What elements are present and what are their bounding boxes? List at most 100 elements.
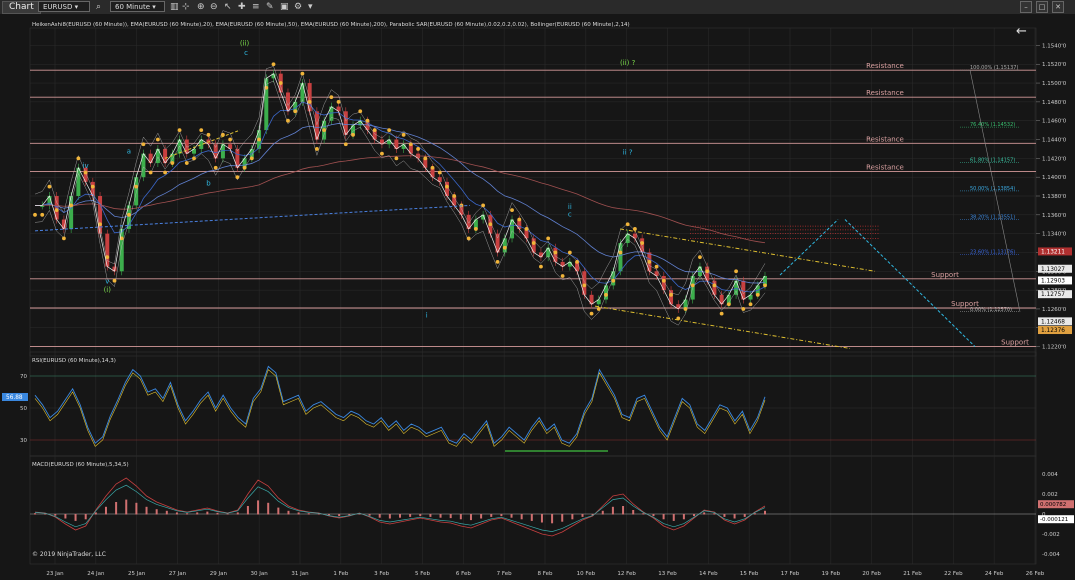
macd-histogram-bar (236, 512, 239, 515)
macd-histogram-bar (733, 514, 736, 519)
x-tick-label: 25 Jan (128, 571, 146, 577)
sar-dot (177, 128, 182, 133)
macd-histogram-bar (632, 510, 635, 515)
move-icon[interactable]: ✚ (238, 1, 246, 13)
rsi-tick-label: 30 (20, 438, 27, 444)
x-tick-label: 5 Feb (415, 571, 430, 577)
macd-histogram-bar (409, 514, 412, 517)
sar-dot (698, 255, 702, 260)
fib-label: 50.00% (1.13854) (970, 186, 1015, 192)
zoom-in-icon[interactable]: ⊕ (197, 1, 205, 13)
close-button[interactable]: ✕ (1052, 1, 1064, 13)
sar-dot (343, 142, 348, 147)
list-icon[interactable]: ≡ (252, 1, 260, 13)
sar-dot (329, 95, 334, 100)
properties-icon[interactable]: ▣ (280, 1, 289, 13)
sar-dot (582, 283, 587, 288)
price-box-label: 1.12903 (1041, 278, 1065, 284)
fib-label: 0.00% (1.12570) (970, 307, 1012, 313)
rsi-tick-label: 50 (20, 406, 27, 412)
sar-dot (510, 208, 514, 213)
sar-dot (105, 255, 110, 260)
macd-histogram-bar (257, 500, 260, 515)
sar-dot (33, 212, 37, 217)
sar-dot (611, 278, 616, 283)
macd-histogram-bar (277, 507, 280, 515)
macd-histogram-bar (267, 502, 270, 515)
chart-title-tab[interactable]: Chart (2, 1, 41, 14)
cursor-icon[interactable]: ↖ (224, 1, 232, 13)
instrument-selector[interactable]: EURUSD ▾ (38, 1, 90, 12)
strategy-icon[interactable]: ⚙ (294, 1, 302, 13)
sar-dot (466, 236, 471, 241)
macd-histogram-bar (439, 514, 442, 518)
sar-dot (228, 137, 233, 142)
bar-style-icon[interactable]: ▥ (170, 1, 179, 13)
price-chart[interactable]: 23 Jan 24 Jan 25 Jan 27 Jan 29 Jan 30 Jan 31 J… (0, 14, 1075, 580)
sar-dot (416, 147, 420, 151)
macd-tick-label: 0.002 (1042, 492, 1058, 498)
y-tick-label: 1.1340'0 (1042, 232, 1067, 238)
sar-dot (452, 194, 457, 198)
sar-dot (495, 259, 500, 264)
macd-tick-label: 0.004 (1042, 472, 1058, 478)
macd-histogram-bar (175, 512, 178, 515)
x-tick-label: 6 Feb (456, 571, 471, 577)
sar-dot (640, 241, 645, 245)
chart-background (0, 14, 1075, 580)
macd-histogram-bar (581, 514, 584, 517)
macd-histogram-bar (571, 514, 574, 520)
crosshair-icon[interactable]: ⊹ (182, 1, 190, 13)
sar-dot (40, 212, 45, 217)
minimize-button[interactable]: – (1020, 1, 1032, 13)
macd-histogram-bar (135, 502, 138, 515)
sar-dot (488, 222, 493, 227)
wave-label: c (568, 211, 572, 219)
y-tick-label: 1.1540'0 (1042, 43, 1067, 49)
interval-selector[interactable]: 60 Minute ▾ (110, 1, 165, 12)
draw-icon[interactable]: ✎ (266, 1, 274, 13)
wave-label: iv (83, 162, 89, 170)
x-tick-label: 22 Feb (944, 571, 963, 577)
wave-label: i (426, 311, 428, 319)
rsi-indicator-label: RSI(EURUSD (60 Minute),14,3) (32, 358, 116, 364)
x-tick-label: 19 Feb (822, 571, 841, 577)
sar-dot (351, 132, 355, 137)
macd-tick-label: -0.002 (1042, 532, 1060, 538)
rsi-tick-label: 70 (20, 374, 27, 380)
macd-histogram-bar (764, 510, 766, 515)
macd-histogram-bar (480, 514, 483, 519)
back-arrow-icon[interactable]: ← (1016, 24, 1027, 39)
sar-dot (546, 236, 551, 241)
macd-histogram-bar (34, 513, 36, 515)
macd-histogram-bar (622, 506, 625, 515)
sar-dot (199, 128, 204, 133)
y-tick-label: 1.1460'0 (1042, 119, 1067, 125)
x-tick-label: 24 Jan (87, 571, 105, 577)
level-label: Support (931, 271, 959, 279)
more-icon[interactable]: ▾ (308, 1, 313, 13)
wave-label: b (206, 180, 211, 188)
macd-histogram-bar (216, 512, 219, 515)
price-box-label: 1.13027 (1041, 267, 1065, 273)
sar-dot (430, 165, 435, 170)
macd-histogram-bar (317, 513, 320, 515)
wave-label: a (127, 148, 131, 156)
macd-histogram-bar (388, 514, 391, 519)
price-box-label: 1.12468 (1041, 319, 1065, 325)
sar-dot (235, 175, 240, 180)
search-icon[interactable]: ⌕ (96, 1, 101, 13)
zoom-out-icon[interactable]: ⊖ (210, 1, 218, 13)
x-tick-label: 3 Feb (374, 571, 389, 577)
macd-value-label: -0.000121 (1040, 517, 1068, 523)
y-tick-label: 1.1500'0 (1042, 81, 1067, 87)
level-label: Support (1001, 339, 1029, 347)
macd-indicator-label: MACD(EURUSD (60 Minute),5,34,5) (32, 462, 129, 468)
macd-histogram-bar (186, 513, 189, 515)
sar-dot (358, 109, 363, 114)
maximize-button[interactable]: □ (1036, 1, 1048, 13)
chart-toolbar: Chart EURUSD ▾ ⌕ 60 Minute ▾ ▥ ⊹ ⊕ ⊖ ↖ ✚… (0, 0, 1075, 15)
sar-dot (748, 302, 753, 307)
sar-dot (524, 227, 529, 231)
macd-histogram-bar (713, 513, 716, 515)
